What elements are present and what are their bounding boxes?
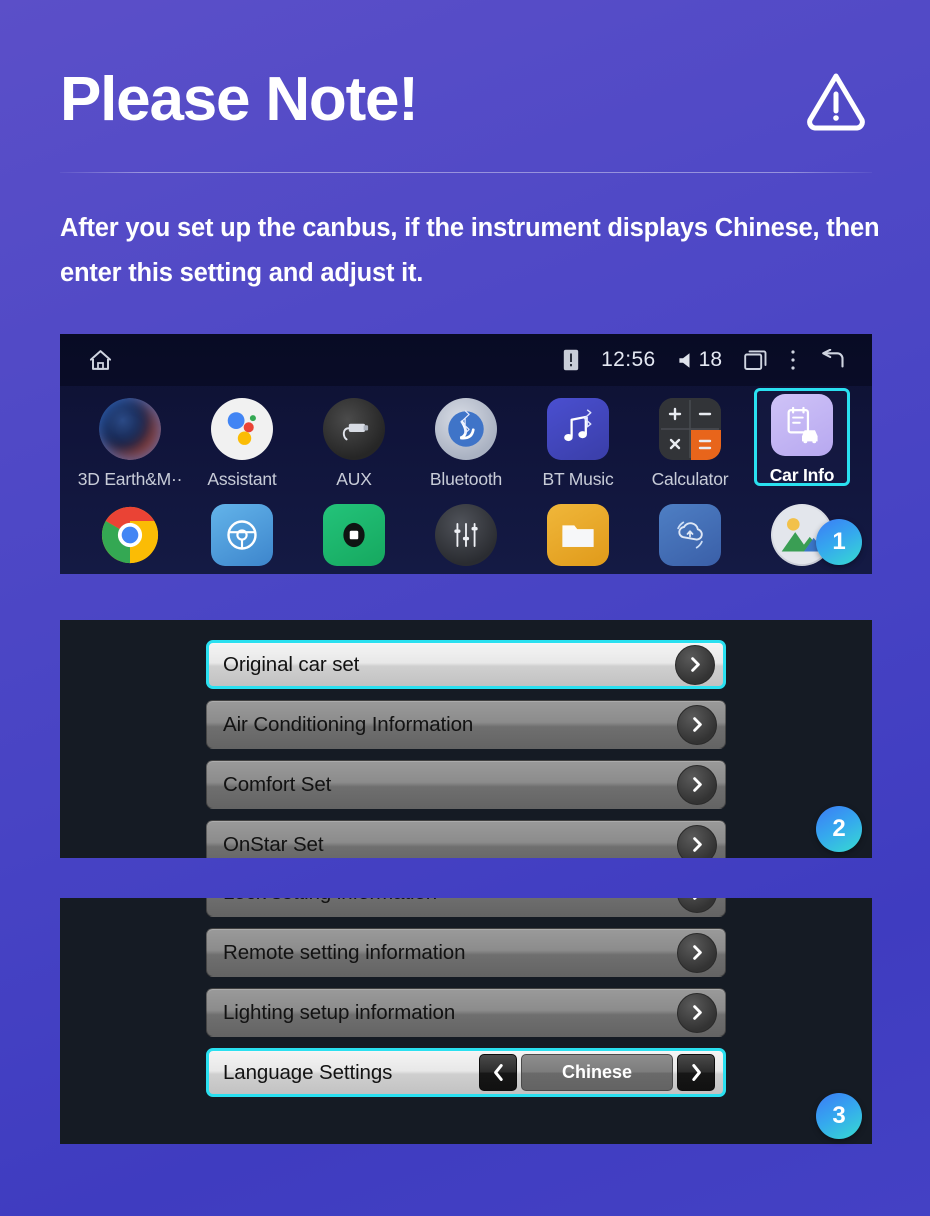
row-label: Comfort Set <box>223 772 332 796</box>
menu-row-remote-setting-information[interactable]: Remote setting information <box>206 928 726 977</box>
home-icon[interactable] <box>88 348 113 373</box>
car-info-icon <box>771 394 833 456</box>
menu-row-lock-setting-information[interactable]: Lock setting information <box>206 898 726 917</box>
menu-row-language-settings[interactable]: Language Settings Chinese <box>206 1048 726 1097</box>
app-3d-earth[interactable]: 3D Earth&M·· <box>74 386 186 490</box>
car-info-menu-screenshot-a: Original car set Air Conditioning Inform… <box>60 620 872 858</box>
row-label: Remote setting information <box>223 940 466 964</box>
google-assistant-icon <box>211 398 273 460</box>
steering-wheel-icon <box>211 504 273 566</box>
row-label: Original car set <box>223 652 360 676</box>
app-label: BT Music <box>542 469 614 489</box>
recents-icon[interactable] <box>744 349 768 371</box>
note-page: Please Note! After you set up the canbus… <box>0 0 930 1216</box>
header-divider <box>60 172 872 173</box>
app-cloud-sync[interactable] <box>634 492 746 566</box>
app-label: Car Info <box>769 465 835 485</box>
app-grid-row-2 <box>60 492 872 566</box>
app-calculator[interactable]: Calculator <box>634 386 746 490</box>
app-label: Assistant <box>207 469 277 489</box>
file-manager-icon <box>547 504 609 566</box>
dashcam-icon <box>323 504 385 566</box>
app-bt-music[interactable]: BT Music <box>522 386 634 490</box>
chevron-right-icon[interactable] <box>677 764 717 805</box>
chevron-right-icon[interactable] <box>677 932 717 973</box>
row-label: Lighting setup information <box>223 1000 456 1024</box>
chevron-right-icon[interactable] <box>677 992 717 1033</box>
row-label: OnStar Set <box>223 832 324 856</box>
status-bar: 12:56 18 <box>60 334 872 386</box>
page-title: Please Note! <box>60 65 419 134</box>
head-unit-screenshot: 12:56 18 3D Earth&M·· Assistant AUX Blue… <box>60 334 872 574</box>
menu-row-comfort-set[interactable]: Comfort Set <box>206 760 726 809</box>
row-label: Lock setting information <box>223 898 437 905</box>
volume-level: 18 <box>698 348 722 371</box>
alert-icon <box>563 349 579 371</box>
app-steering[interactable] <box>186 492 298 566</box>
chevron-right-icon[interactable] <box>675 644 715 685</box>
app-assistant[interactable]: Assistant <box>186 386 298 490</box>
app-chrome[interactable] <box>74 492 186 566</box>
app-label: 3D Earth&M·· <box>77 469 183 489</box>
step-badge-1: 1 <box>816 519 862 565</box>
intro-text: After you set up the canbus, if the inst… <box>60 214 880 287</box>
car-info-list-a: Original car set Air Conditioning Inform… <box>60 620 872 858</box>
bluetooth-phone-icon <box>435 398 497 460</box>
page-header: Please Note! <box>60 52 872 148</box>
app-bluetooth[interactable]: Bluetooth <box>410 386 522 490</box>
car-info-menu-screenshot-b: Lock setting information Remote setting … <box>60 898 872 1144</box>
chevron-right-icon[interactable] <box>677 704 717 745</box>
status-time: 12:56 <box>601 348 656 371</box>
chevron-right-icon[interactable] <box>677 898 717 913</box>
equalizer-icon <box>435 504 497 566</box>
app-label: AUX <box>336 469 372 489</box>
car-info-list-b: Lock setting information Remote setting … <box>60 898 872 1097</box>
app-equalizer[interactable] <box>410 492 522 566</box>
step-badge-3: 3 <box>816 1093 862 1139</box>
menu-row-air-conditioning-information[interactable]: Air Conditioning Information <box>206 700 726 749</box>
menu-row-original-car-set[interactable]: Original car set <box>206 640 726 689</box>
volume-indicator: 18 <box>678 348 722 372</box>
back-arrow-icon[interactable] <box>818 349 846 371</box>
language-stepper: Chinese <box>479 1054 715 1091</box>
app-label: Bluetooth <box>429 469 503 489</box>
language-next-button[interactable] <box>677 1054 715 1091</box>
app-grid-row-1: 3D Earth&M·· Assistant AUX Bluetooth BT … <box>60 386 872 490</box>
row-label: Air Conditioning Information <box>223 712 474 736</box>
menu-row-lighting-setup-information[interactable]: Lighting setup information <box>206 988 726 1037</box>
aux-plug-icon <box>323 398 385 460</box>
more-vertical-icon[interactable] <box>790 349 796 371</box>
speaker-icon <box>678 352 693 369</box>
app-dashcam[interactable] <box>298 492 410 566</box>
chevron-right-icon[interactable] <box>677 824 717 858</box>
bluetooth-music-icon <box>547 398 609 460</box>
app-car-info[interactable]: Car Info <box>746 386 858 490</box>
app-aux[interactable]: AUX <box>298 386 410 490</box>
row-label: Language Settings <box>223 1060 393 1084</box>
app-file-manager[interactable] <box>522 492 634 566</box>
step-badge-2: 2 <box>816 806 862 852</box>
cloud-sync-icon <box>659 504 721 566</box>
language-value: Chinese <box>521 1054 673 1091</box>
earth-app-icon <box>99 398 161 460</box>
app-label: Calculator <box>651 469 729 489</box>
alert-triangle-icon <box>804 68 868 132</box>
calculator-icon <box>659 398 721 460</box>
menu-row-onstar-set[interactable]: OnStar Set <box>206 820 726 858</box>
chrome-browser-icon <box>99 504 161 566</box>
language-prev-button[interactable] <box>479 1054 517 1091</box>
